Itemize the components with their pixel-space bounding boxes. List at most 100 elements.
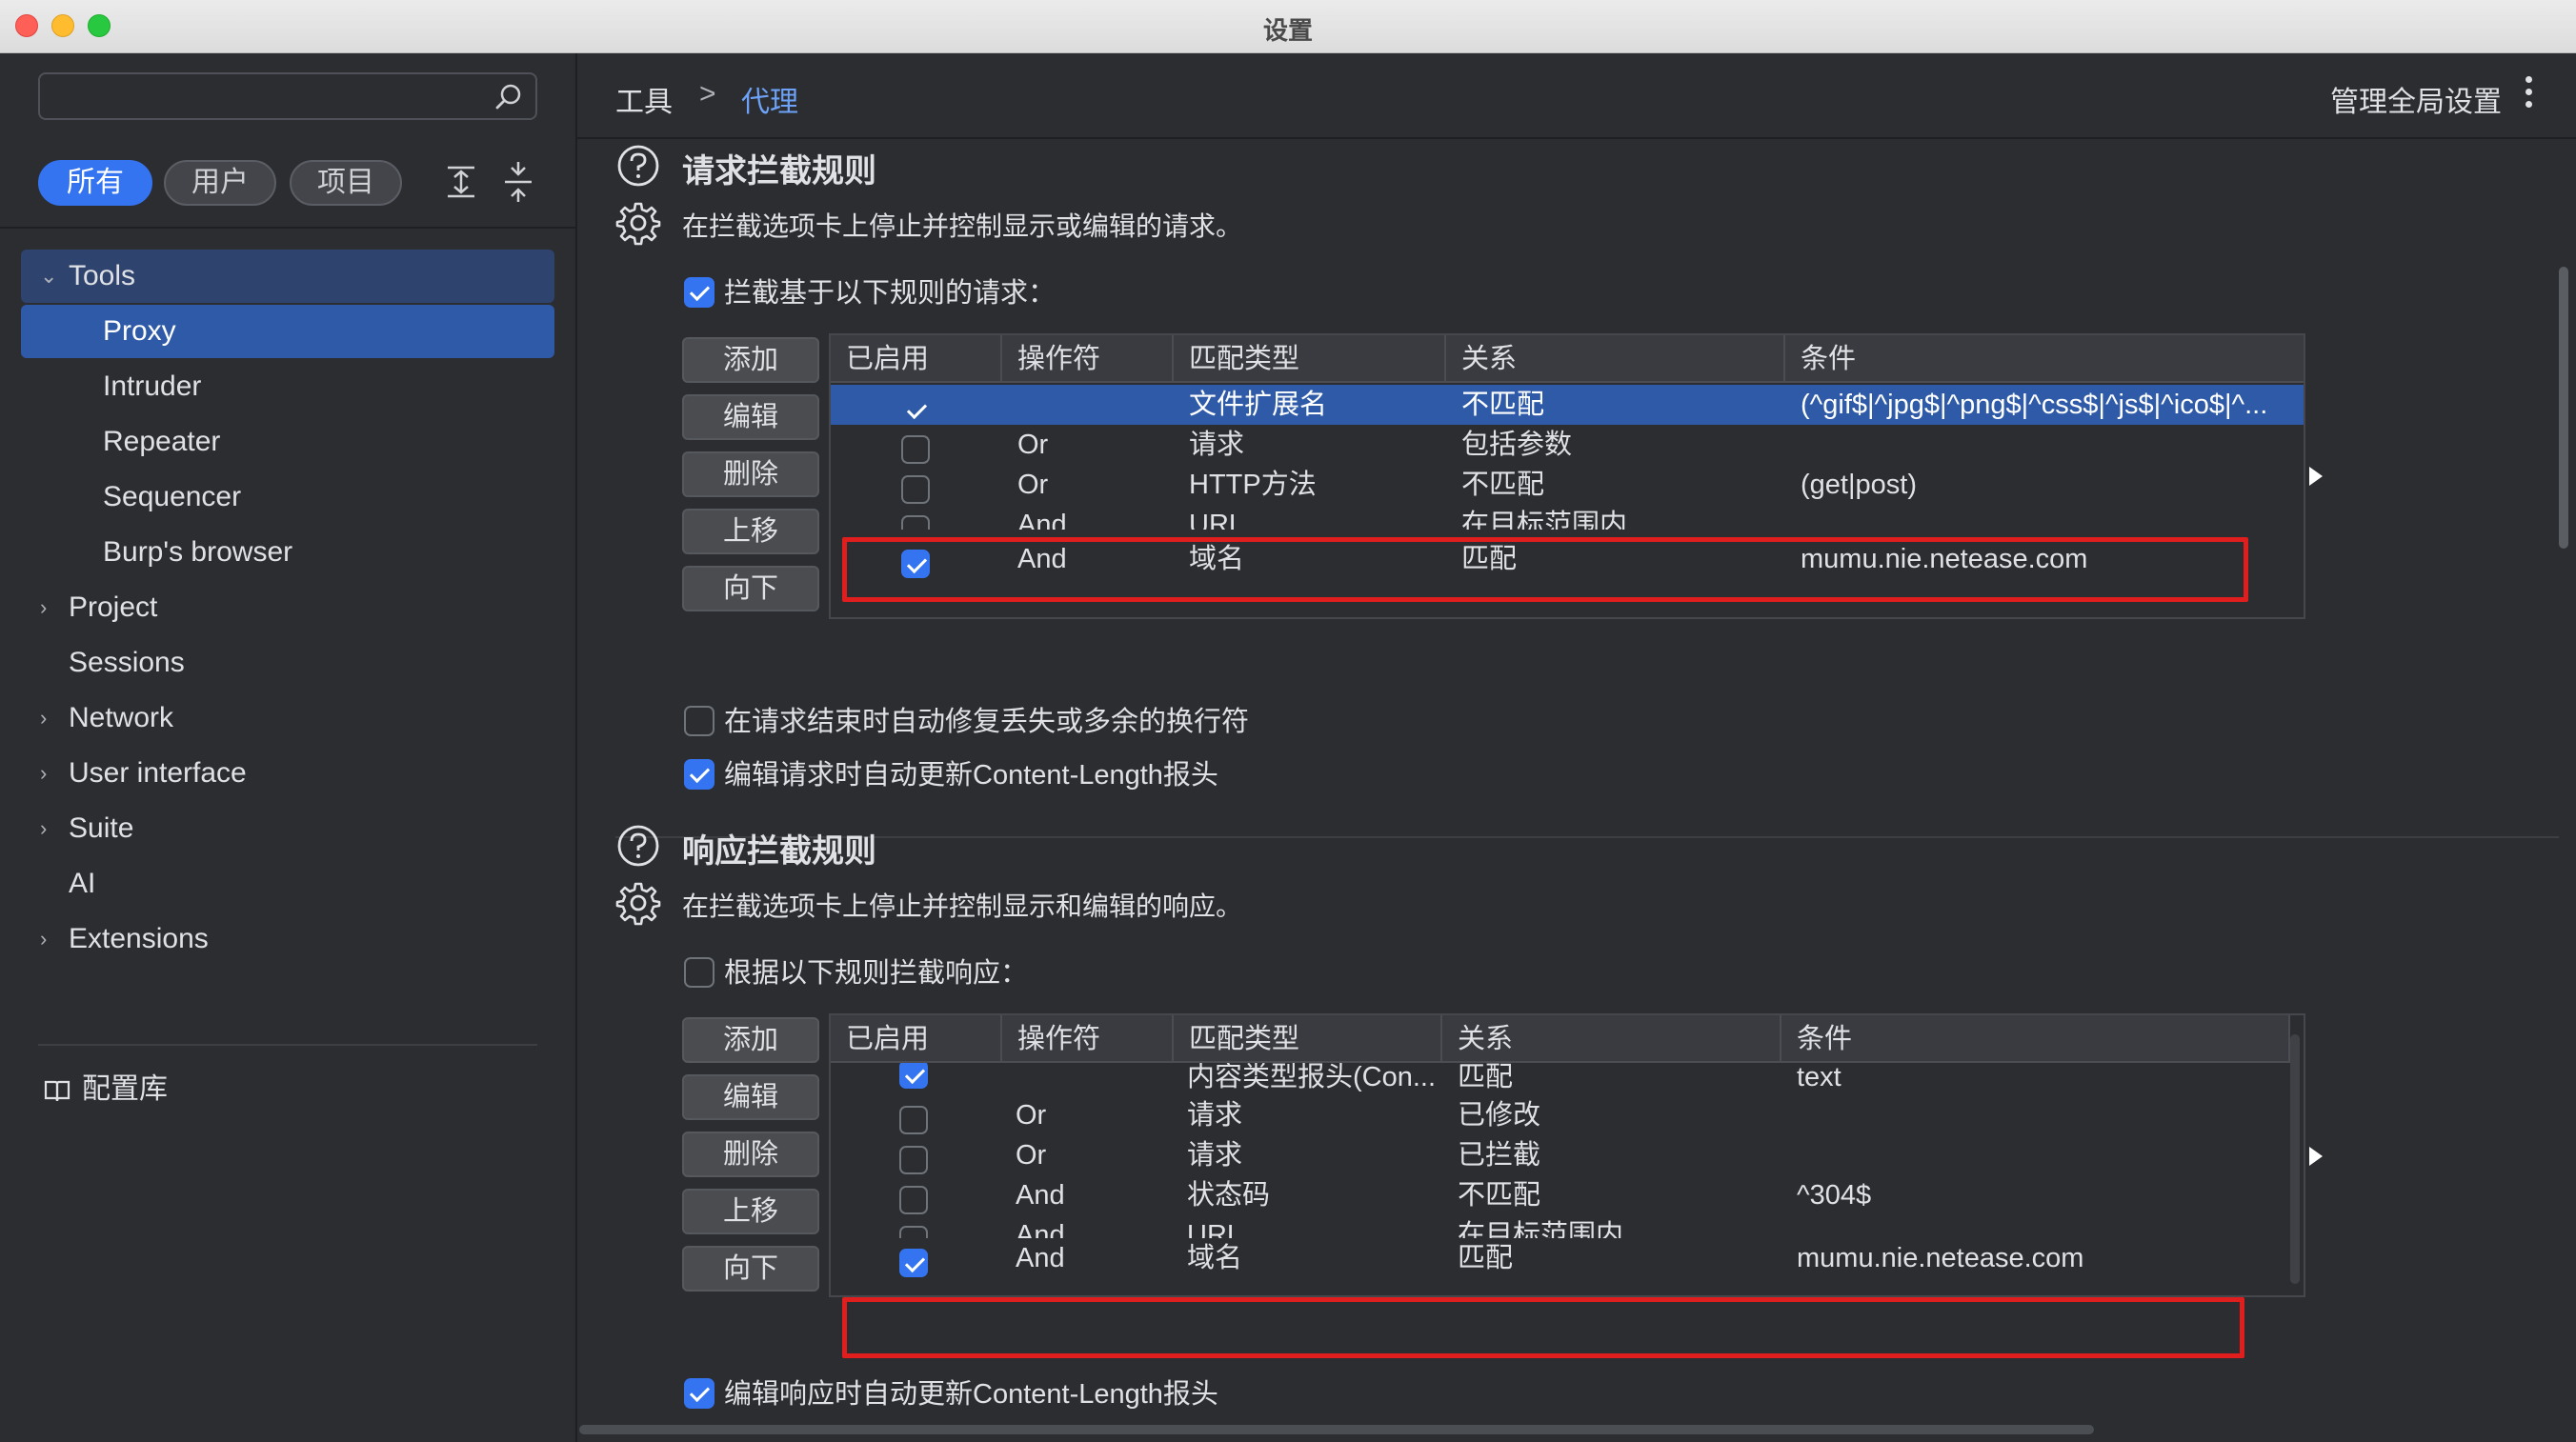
- relationship-cell: 在目标范围内: [1461, 510, 1628, 530]
- response-remove-button[interactable]: 删除: [682, 1132, 819, 1177]
- enabled-checkbox[interactable]: [899, 1106, 928, 1135]
- table-row[interactable]: Or 请求 已修改: [831, 1095, 2304, 1135]
- request-move-up-button[interactable]: 上移: [682, 509, 819, 554]
- sidebar-item-ai[interactable]: AI: [21, 857, 554, 911]
- sidebar-item-intruder[interactable]: Intruder: [21, 360, 554, 413]
- request-move-down-button[interactable]: 向下: [682, 566, 819, 611]
- checkbox[interactable]: [684, 1378, 714, 1410]
- kebab-menu-icon[interactable]: [2525, 76, 2534, 112]
- enabled-checkbox[interactable]: [899, 1249, 928, 1278]
- settings-search-input[interactable]: [38, 72, 537, 120]
- request-remove-button[interactable]: 删除: [682, 451, 819, 497]
- sidebar-item-label: Sessions: [69, 647, 185, 678]
- request-edit-button[interactable]: 编辑: [682, 394, 819, 440]
- table-row[interactable]: Or 请求 已拦截: [831, 1135, 2304, 1175]
- window-titlebar: 设置: [0, 0, 2576, 53]
- column-header-operator[interactable]: 操作符: [1002, 335, 1174, 383]
- request-rules-title: 请求拦截规则: [682, 153, 876, 190]
- sidebar-item-burps-browser[interactable]: Burp's browser: [21, 526, 554, 579]
- checkbox[interactable]: [684, 957, 714, 989]
- fix-newlines-checkbox[interactable]: 在请求结束时自动修复丢失或多余的换行符: [684, 703, 1249, 741]
- enabled-checkbox[interactable]: [899, 1226, 928, 1238]
- intercept-responses-checkbox[interactable]: 根据以下规则拦截响应：: [684, 954, 1028, 992]
- filter-all[interactable]: 所有: [38, 160, 152, 206]
- enabled-checkbox[interactable]: [901, 395, 930, 424]
- column-header-match-type[interactable]: 匹配类型: [1174, 1015, 1442, 1063]
- column-header-relationship[interactable]: 关系: [1446, 335, 1785, 383]
- column-header-relationship[interactable]: 关系: [1442, 1015, 1781, 1063]
- search-icon: [495, 84, 521, 110]
- sidebar-item-network[interactable]: › Network: [21, 691, 554, 745]
- request-add-button[interactable]: 添加: [682, 337, 819, 383]
- filter-user[interactable]: 用户: [164, 160, 276, 206]
- checkbox[interactable]: [684, 759, 714, 791]
- filter-project[interactable]: 项目: [290, 160, 402, 206]
- operator-cell: Or: [1016, 1140, 1047, 1171]
- help-icon[interactable]: [615, 143, 661, 189]
- table-row[interactable]: And 域名 匹配 mumu.nie.netease.com: [831, 1238, 2304, 1278]
- column-header-enabled[interactable]: 已启用: [831, 1015, 1002, 1063]
- main-vertical-scrollbar[interactable]: [2559, 267, 2568, 549]
- enabled-checkbox[interactable]: [901, 515, 930, 530]
- table-row[interactable]: And 状态码 不匹配 ^304$: [831, 1175, 2304, 1215]
- collapse-all-icon[interactable]: [499, 160, 537, 204]
- column-header-condition[interactable]: 条件: [1785, 335, 2304, 383]
- response-move-down-button[interactable]: 向下: [682, 1246, 819, 1292]
- table-row[interactable]: 文件扩展名 不匹配 (^gif$|^jpg$|^png$|^css$|^js$|…: [831, 385, 2304, 425]
- table-row[interactable]: Or HTTP方法 不匹配 (get|post): [831, 465, 2304, 505]
- sidebar-item-project[interactable]: › Project: [21, 581, 554, 634]
- sidebar-item-user-interface[interactable]: › User interface: [21, 747, 554, 800]
- sidebar-item-label: Tools: [69, 260, 136, 291]
- main-horizontal-scrollbar[interactable]: [579, 1425, 2094, 1434]
- enabled-checkbox[interactable]: [899, 1063, 928, 1090]
- chevron-right-icon: ›: [40, 706, 48, 730]
- column-header-enabled[interactable]: 已启用: [831, 335, 1002, 383]
- sidebar-item-repeater[interactable]: Repeater: [21, 415, 554, 469]
- expand-all-icon[interactable]: [442, 160, 480, 204]
- enabled-checkbox[interactable]: [899, 1146, 928, 1175]
- column-header-match-type[interactable]: 匹配类型: [1174, 335, 1446, 383]
- sidebar-item-tools[interactable]: ⌄ Tools: [21, 250, 554, 303]
- column-header-operator[interactable]: 操作符: [1002, 1015, 1174, 1063]
- update-request-length-checkbox[interactable]: 编辑请求时自动更新Content-Length报头: [684, 756, 1218, 794]
- help-icon[interactable]: [615, 823, 661, 869]
- breadcrumb-proxy[interactable]: 代理: [741, 78, 798, 120]
- sidebar-item-extensions[interactable]: › Extensions: [21, 912, 554, 966]
- column-header-condition[interactable]: 条件: [1781, 1015, 2290, 1063]
- sidebar-item-proxy[interactable]: Proxy: [21, 305, 554, 358]
- breadcrumb-tools[interactable]: 工具: [615, 78, 673, 120]
- enabled-checkbox[interactable]: [901, 435, 930, 465]
- response-move-up-button[interactable]: 上移: [682, 1189, 819, 1234]
- relationship-cell: 不匹配: [1458, 1180, 1541, 1211]
- relationship-cell: 匹配: [1458, 1243, 1514, 1273]
- checkbox-label: 拦截基于以下规则的请求：: [724, 278, 1057, 309]
- gear-icon[interactable]: [615, 880, 661, 926]
- response-add-button[interactable]: 添加: [682, 1017, 819, 1063]
- checkbox-label: 编辑请求时自动更新Content-Length报头: [724, 760, 1218, 791]
- table-row[interactable]: And URL 在目标范围内: [831, 1215, 2304, 1238]
- manage-global-settings-button[interactable]: 管理全局设置: [2330, 78, 2502, 120]
- sidebar-item-sequencer[interactable]: Sequencer: [21, 471, 554, 524]
- condition-cell: (get|post): [1801, 470, 1917, 500]
- checkbox-label: 在请求结束时自动修复丢失或多余的换行符: [724, 707, 1250, 737]
- table-scrollbar[interactable]: [2290, 1034, 2300, 1284]
- table-row[interactable]: Or 请求 包括参数: [831, 425, 2304, 465]
- enabled-checkbox[interactable]: [899, 1186, 928, 1215]
- sidebar-item-sessions[interactable]: Sessions: [21, 636, 554, 690]
- sidebar-item-suite[interactable]: › Suite: [21, 802, 554, 855]
- checkbox[interactable]: [684, 706, 714, 737]
- intercept-requests-checkbox[interactable]: 拦截基于以下规则的请求：: [684, 274, 1056, 312]
- operator-cell: And: [1017, 510, 1067, 530]
- configuration-library-link[interactable]: 配置库: [21, 1063, 554, 1116]
- checkbox[interactable]: [684, 277, 714, 309]
- expand-arrow-icon[interactable]: [2309, 1147, 2323, 1166]
- gear-icon[interactable]: [615, 200, 661, 246]
- enabled-checkbox[interactable]: [901, 475, 930, 505]
- section-divider: [615, 836, 2559, 838]
- update-response-length-checkbox[interactable]: 编辑响应时自动更新Content-Length报头: [684, 1375, 1218, 1413]
- table-row[interactable]: 内容类型报头(Con... 匹配 text: [831, 1063, 2304, 1095]
- response-edit-button[interactable]: 编辑: [682, 1074, 819, 1120]
- expand-arrow-icon[interactable]: [2309, 467, 2323, 486]
- relationship-cell: 在目标范围内: [1458, 1220, 1624, 1238]
- table-row[interactable]: And URL 在目标范围内: [831, 505, 2304, 530]
